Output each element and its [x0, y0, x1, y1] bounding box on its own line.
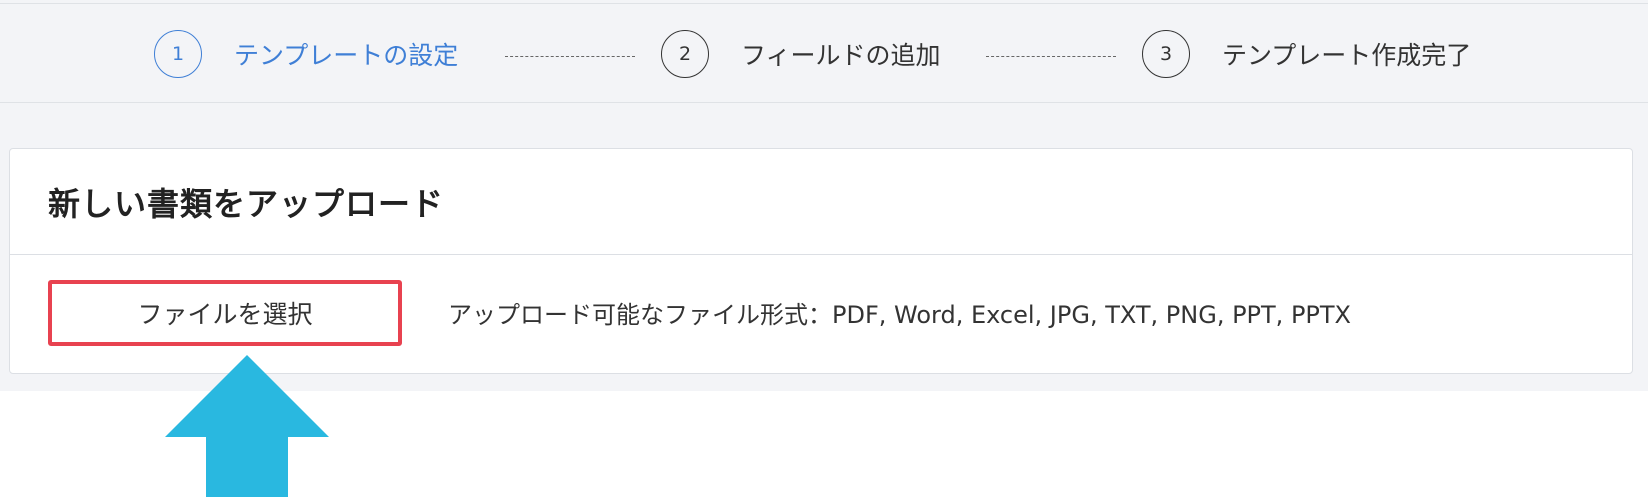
app: 1 テンプレートの設定 2 フィールドの追加 3 テンプレート作成完了 新しい書…: [0, 0, 1648, 497]
step-connector: [505, 56, 635, 57]
step-label: フィールドの追加: [741, 41, 941, 70]
upload-card-header: 新しい書類をアップロード: [10, 149, 1632, 255]
supported-formats-text: アップロード可能なファイル形式：PDF, Word, Excel, JPG, T…: [448, 301, 1351, 329]
step-label: テンプレート作成完了: [1222, 41, 1472, 70]
step-1: 1 テンプレートの設定: [154, 28, 458, 80]
step-2: 2 フィールドの追加: [661, 28, 941, 80]
step-connector: [986, 56, 1116, 57]
select-file-button[interactable]: ファイルを選択: [48, 280, 402, 346]
upload-card-title: 新しい書類をアップロード: [48, 184, 445, 223]
upload-card: 新しい書類をアップロード ファイルを選択 アップロード可能なファイル形式：PDF…: [9, 148, 1633, 374]
up-arrow-icon: [165, 355, 329, 497]
stepper: 1 テンプレートの設定 2 フィールドの追加 3 テンプレート作成完了: [0, 3, 1648, 103]
step-number-badge: 3: [1142, 30, 1190, 78]
step-number-badge: 2: [661, 30, 709, 78]
step-3: 3 テンプレート作成完了: [1142, 28, 1471, 80]
step-label: テンプレートの設定: [234, 41, 459, 70]
step-number-badge: 1: [154, 30, 202, 78]
